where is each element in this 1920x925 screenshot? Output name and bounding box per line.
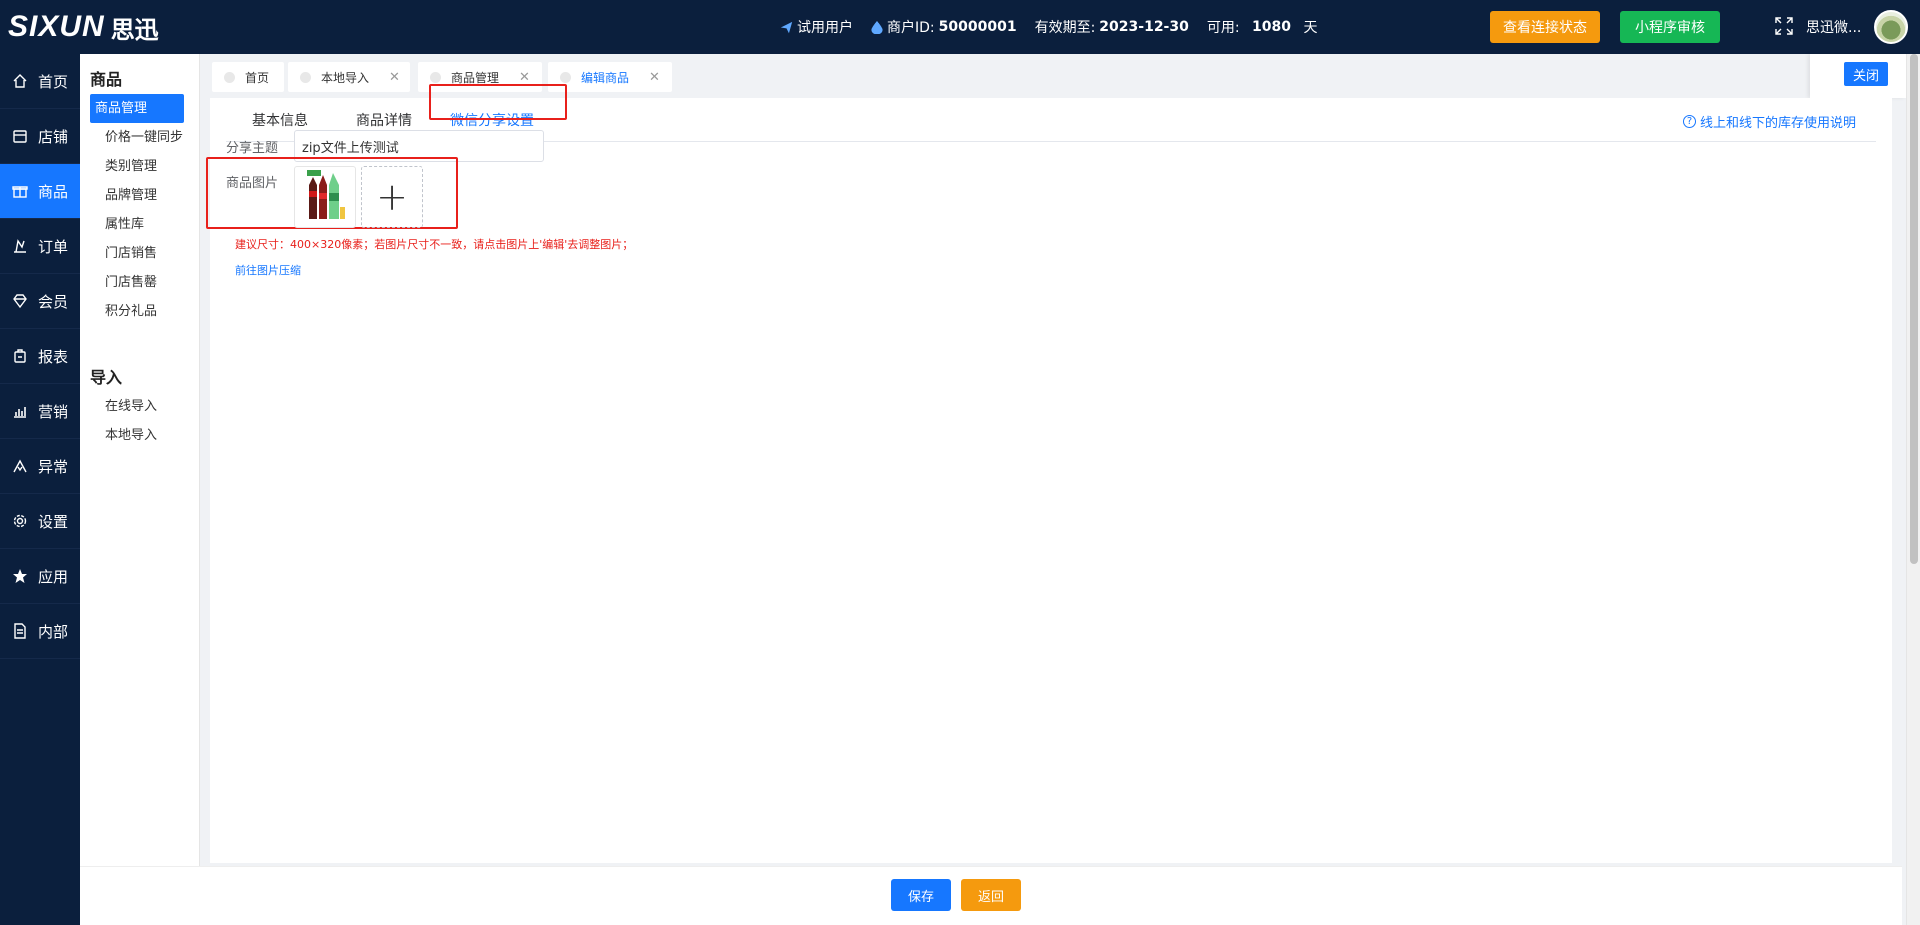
- save-button[interactable]: 保存: [891, 879, 951, 911]
- send-icon: [780, 21, 793, 33]
- goods-image-thumbnail[interactable]: [294, 166, 356, 228]
- content-card: 基本信息 商品详情 微信分享设置 ? 线上和线下的库存使用说明 分享主题 zip…: [206, 84, 1892, 863]
- warning-icon: [13, 459, 27, 473]
- close-icon[interactable]: ✕: [519, 70, 530, 85]
- back-button[interactable]: 返回: [961, 879, 1021, 911]
- tab-dot: [300, 71, 311, 83]
- subnav-item-attributes[interactable]: 属性库: [90, 210, 184, 239]
- report-icon: [14, 349, 26, 363]
- nav-item-apps[interactable]: 应用: [0, 549, 80, 604]
- connect-status-button[interactable]: 查看连接状态: [1490, 11, 1600, 43]
- chart-icon: [14, 407, 26, 418]
- nav-item-goods[interactable]: 商品: [0, 164, 80, 219]
- subnav-item-points-gifts[interactable]: 积分礼品: [90, 297, 184, 326]
- subnav-item-brand[interactable]: 品牌管理: [90, 181, 184, 210]
- miniprogram-review-button[interactable]: 小程序审核: [1620, 11, 1720, 43]
- subnav-item-sold-out[interactable]: 门店售罄: [90, 268, 184, 297]
- nav-item-internal[interactable]: 内部: [0, 604, 80, 659]
- user-type: 试用用户: [780, 17, 853, 37]
- question-icon: ?: [1682, 115, 1696, 128]
- tabs-close-area: 关闭: [1810, 54, 1906, 98]
- nav-item-order[interactable]: 订单: [0, 219, 80, 274]
- close-icon[interactable]: ✕: [389, 70, 400, 85]
- fullscreen-icon[interactable]: [1774, 16, 1794, 36]
- close-icon[interactable]: ✕: [649, 70, 660, 85]
- tab-dot: [224, 71, 235, 83]
- tab-dot: [560, 71, 571, 83]
- subnav-item-category[interactable]: 类别管理: [90, 152, 184, 181]
- inventory-help-link[interactable]: ? 线上和线下的库存使用说明: [1682, 112, 1856, 131]
- account-info: 试用用户 商户ID: 50000001 有效期至: 2023-12-30 可用: 1…: [780, 0, 1317, 54]
- drop-icon: [871, 20, 883, 34]
- product-image: [307, 170, 345, 219]
- merchant-id: 商户ID: 50000001: [871, 17, 1017, 37]
- nav-item-member[interactable]: 会员: [0, 274, 80, 329]
- plus-icon: +: [376, 175, 408, 219]
- image-compress-link[interactable]: 前往图片压缩: [235, 262, 301, 278]
- scrollbar-thumb[interactable]: [1910, 54, 1918, 564]
- subnav-item-goods-management[interactable]: 商品管理: [90, 94, 184, 123]
- subnav-item-store-sales[interactable]: 门店销售: [90, 239, 184, 268]
- subnav-item-local-import[interactable]: 本地导入: [90, 421, 184, 450]
- available-days: 可用: 1080 天: [1206, 19, 1318, 36]
- page-scrollbar[interactable]: [1906, 54, 1920, 925]
- highlight-box: [429, 84, 567, 120]
- nav-item-marketing[interactable]: 营销: [0, 384, 80, 439]
- diamond-icon: [13, 294, 27, 309]
- sub-nav: 商品 商品管理 价格一键同步 类别管理 品牌管理 属性库 门店销售 门店售罄 积…: [80, 54, 200, 925]
- home-icon: [13, 74, 27, 88]
- nav-item-report[interactable]: 报表: [0, 329, 80, 384]
- document-icon: [14, 623, 26, 639]
- main-nav: 首页 店铺 商品 订单 会员 报表 营销 异常 设置 应用 内部: [0, 54, 80, 925]
- avatar[interactable]: [1874, 10, 1908, 44]
- image-size-hint: 建议尺寸：400×320像素；若图片尺寸不一致，请点击图片上'编辑'去调整图片；: [235, 238, 634, 251]
- nav-item-home[interactable]: 首页: [0, 54, 80, 109]
- order-icon: [14, 239, 26, 253]
- subnav-item-price-sync[interactable]: 价格一键同步: [90, 123, 184, 152]
- logo: SIXUN 思迅: [0, 0, 195, 54]
- tab-home[interactable]: 首页: [212, 62, 284, 92]
- close-tabs-button[interactable]: 关闭: [1844, 62, 1888, 86]
- add-image-button[interactable]: +: [361, 166, 423, 228]
- store-icon: [13, 130, 27, 143]
- tab-local-import[interactable]: 本地导入 ✕: [288, 62, 410, 92]
- share-topic-label: 分享主题: [226, 141, 279, 156]
- subnav-item-online-import[interactable]: 在线导入: [90, 392, 184, 421]
- star-icon: [13, 569, 27, 583]
- tab-dot: [430, 71, 441, 83]
- footer-actions: 保存 返回: [80, 866, 1902, 925]
- gift-icon: [12, 186, 28, 198]
- logo-text-cn: 思迅: [110, 15, 159, 44]
- nav-item-settings[interactable]: 设置: [0, 494, 80, 549]
- logo-text: SIXUN: [8, 10, 105, 43]
- username[interactable]: 思迅微...: [1806, 17, 1861, 37]
- subnav-group-title: 商品: [90, 70, 123, 89]
- nav-item-store[interactable]: 店铺: [0, 109, 80, 164]
- top-bar: SIXUN 思迅 试用用户 商户ID: 50000001 有效期至: 2023-12…: [0, 0, 1920, 54]
- nav-item-exception[interactable]: 异常: [0, 439, 80, 494]
- subnav-group-title: 导入: [90, 368, 123, 387]
- valid-until: 有效期至: 2023-12-30: [1034, 19, 1189, 36]
- goods-image-label: 商品图片: [226, 176, 279, 191]
- gear-icon: [13, 514, 27, 528]
